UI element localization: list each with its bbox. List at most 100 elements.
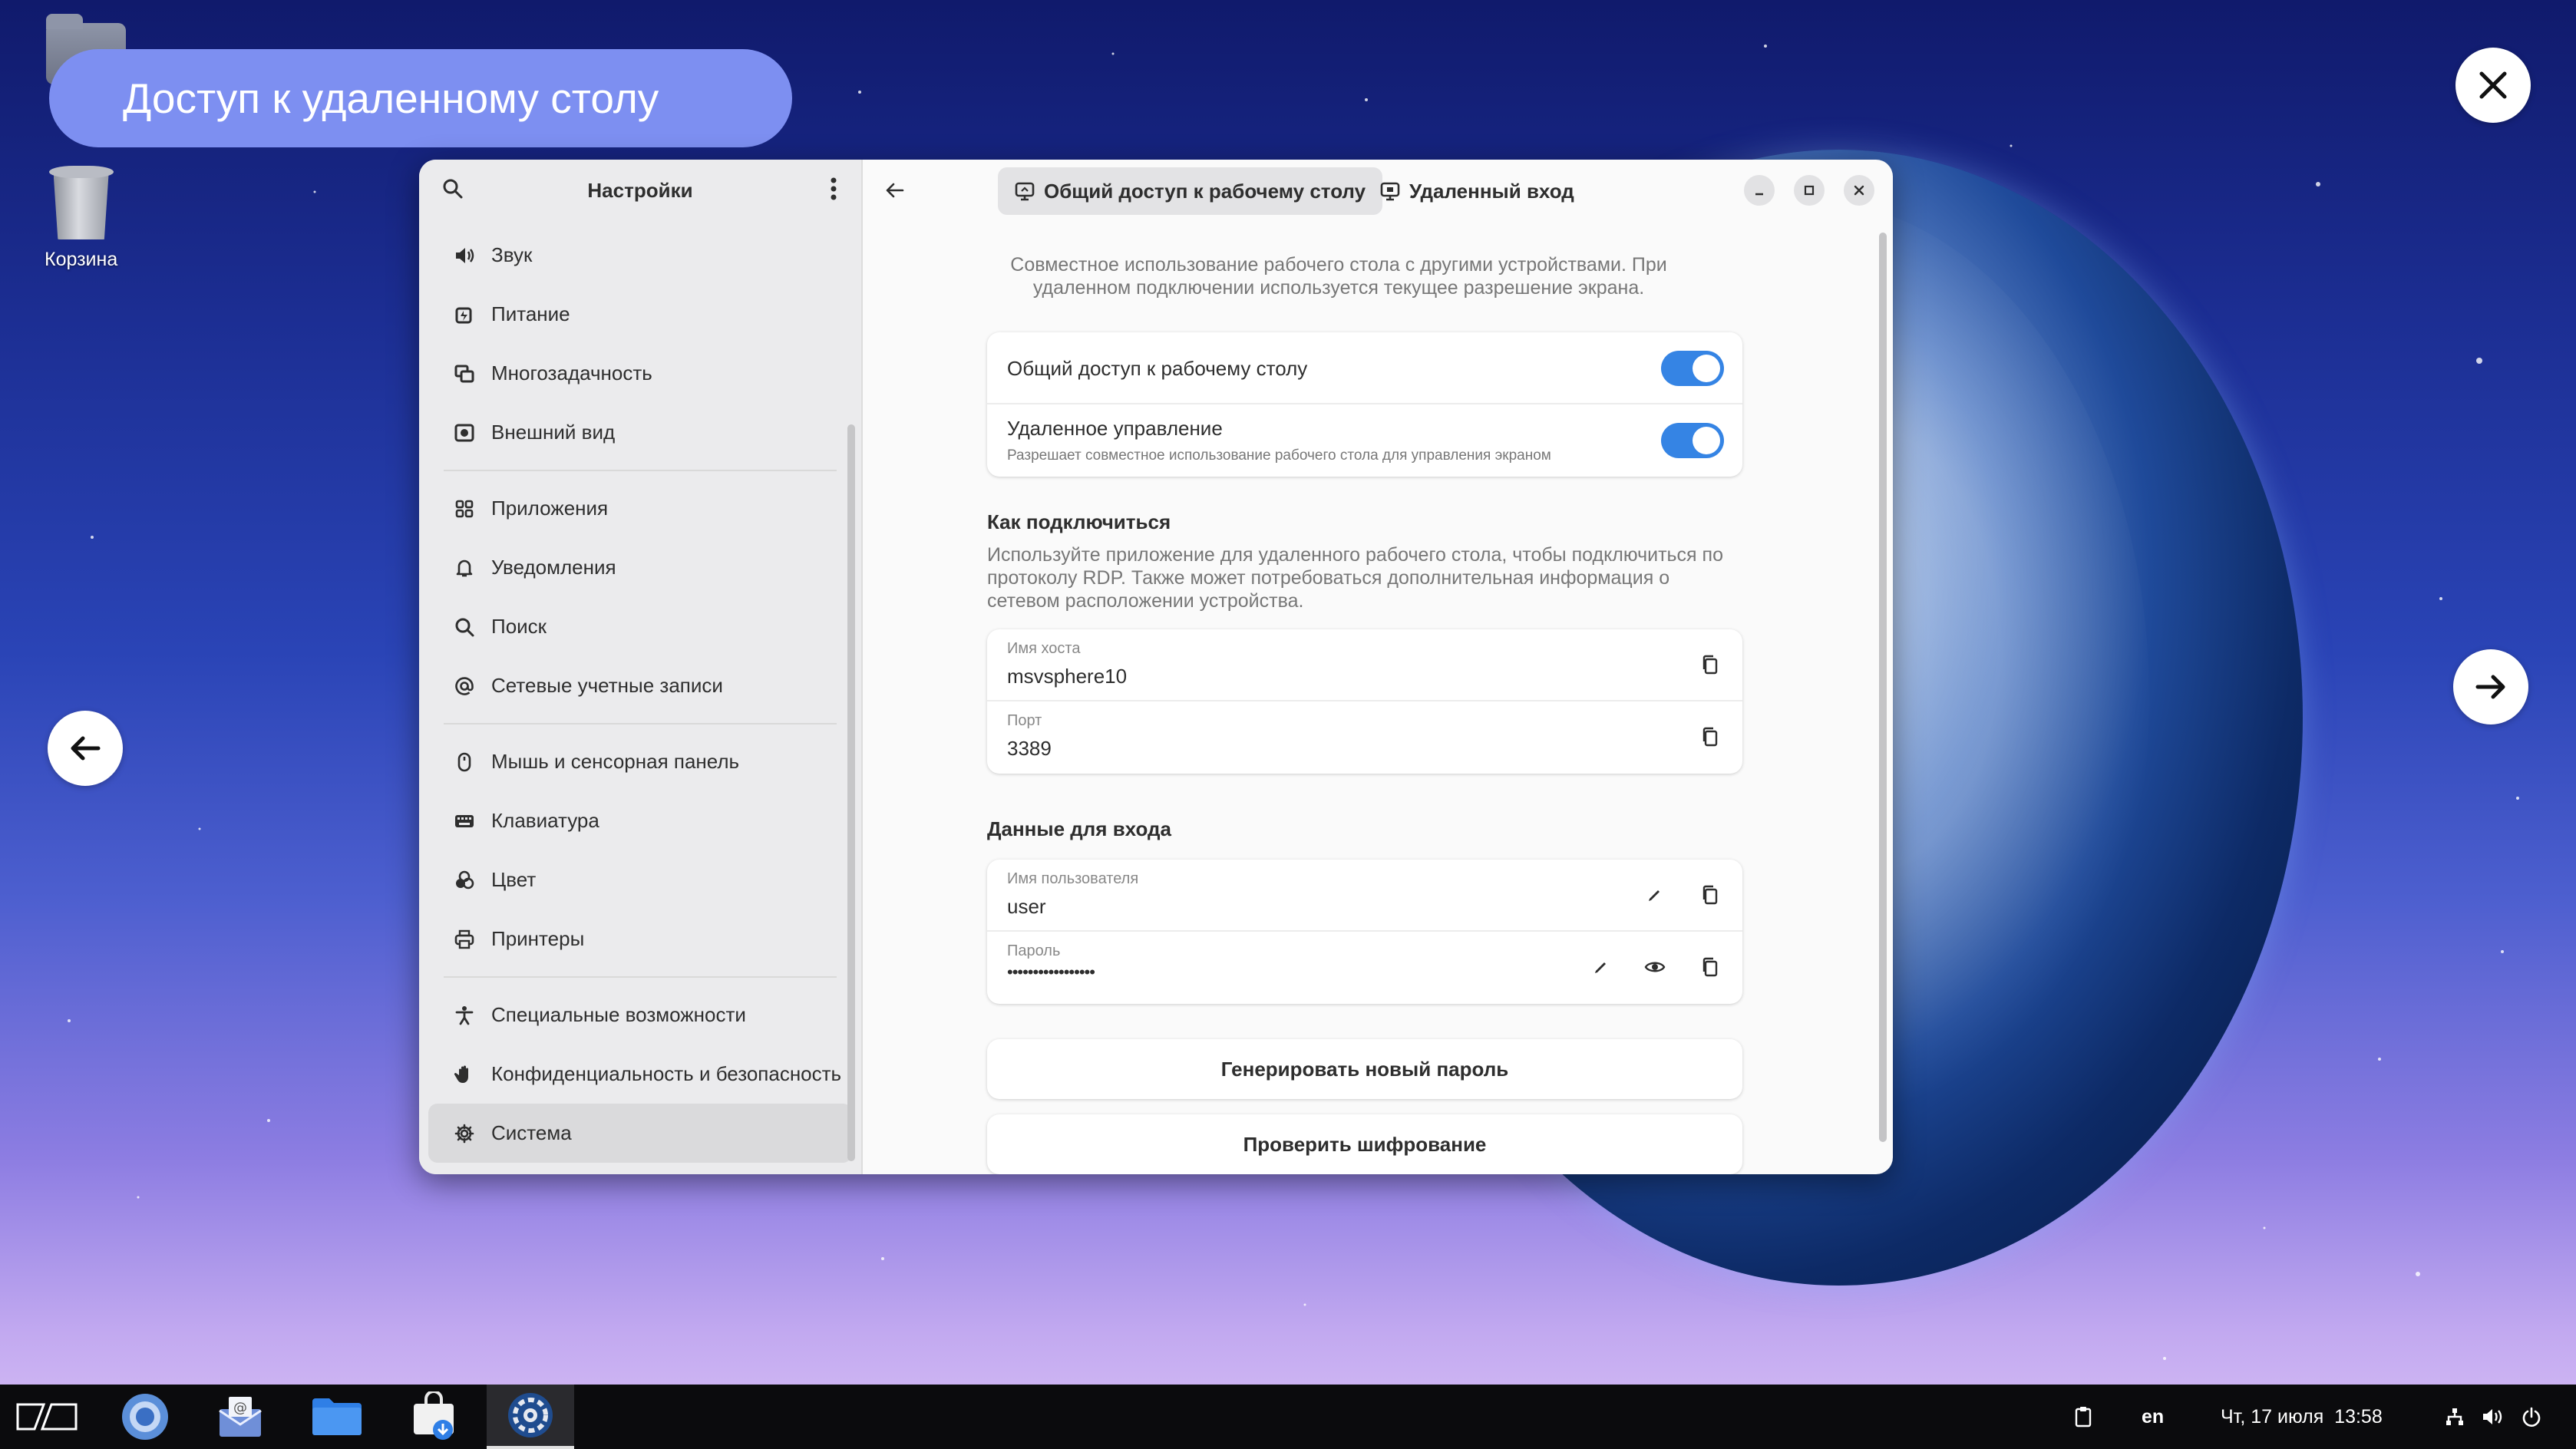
copy-hostname-button[interactable] [1696,651,1724,678]
password-label: Пароль [1007,942,1061,959]
copy-username-button[interactable] [1696,881,1724,909]
clock[interactable]: Чт, 17 июля 13:58 [2221,1385,2383,1449]
sidebar-item-label: Конфиденциальность и безопасность [491,1062,842,1085]
port-row: Порт 3389 [987,701,1742,774]
sidebar-item-label: Мышь и сенсорная панель [491,750,740,773]
color-icon [453,869,476,892]
password-row: Пароль ••••••••••••••••• [987,932,1742,1004]
desktop-sharing-switch[interactable] [1661,351,1724,386]
sidebar-item-mouse[interactable]: Мышь и сенсорная панель [428,732,852,791]
sidebar-item-sound[interactable]: Звук [428,226,852,285]
taskbar-settings[interactable] [487,1385,574,1449]
copy-icon [1702,885,1718,905]
taskbar-files[interactable] [293,1385,381,1449]
taskbar-browser[interactable] [101,1385,189,1449]
sidebar-item-appearance[interactable]: Внешний вид [428,403,852,462]
sidebar-item-label: Многозадачность [491,361,652,385]
copy-icon [1702,655,1718,675]
sidebar-separator [444,976,837,978]
sidebar-item-label: Специальные возможности [491,1003,746,1026]
username-value: user [1007,895,1046,918]
sidebar-item-label: Принтеры [491,927,585,950]
sidebar-item-apps[interactable]: Приложения [428,479,852,538]
sidebar-item-label: Сетевые учетные записи [491,674,723,697]
settings-gear-icon [508,1393,553,1437]
copy-icon [1702,957,1718,977]
sidebar-item-system[interactable]: Система [428,1104,852,1163]
remote-control-switch[interactable] [1661,423,1724,458]
sidebar-menu-button[interactable] [829,177,838,204]
mail-icon: @ [219,1397,262,1437]
sidebar-item-label: Поиск [491,615,547,638]
how-to-connect-heading: Как подключиться [987,510,1171,533]
sidebar-search-button[interactable] [442,178,464,203]
tour-next-button[interactable] [2453,649,2528,724]
sidebar-item-label: Приложения [491,497,609,520]
tour-close-button[interactable] [2455,48,2531,123]
battery-icon [453,303,476,326]
minimize-button[interactable] [1744,175,1775,206]
kebab-menu-icon [831,177,837,200]
copy-password-button[interactable] [1696,953,1724,981]
pencil-icon [1649,890,1660,901]
desktop-icon-trash[interactable]: Корзина [45,166,117,271]
sidebar-item-search[interactable]: Поиск [428,597,852,656]
tour-prev-button[interactable] [48,711,123,786]
workspaces-button[interactable] [3,1385,91,1449]
arrow-right-icon [2475,675,2505,699]
close-icon [1854,185,1864,196]
sidebar-item-printers[interactable]: Принтеры [428,909,852,969]
edit-username-button[interactable] [1641,881,1669,909]
main-panel: Общий доступ к рабочему столу Удаленный … [863,160,1893,1174]
maximize-button[interactable] [1794,175,1825,206]
sidebar-item-keyboard[interactable]: Клавиатура [428,791,852,850]
search-icon [443,179,463,198]
sidebar-nav: Звук Питание Многозадачность Внешний вид… [419,221,861,1167]
sidebar-item-online-accounts[interactable]: Сетевые учетные записи [428,656,852,715]
at-sign-icon [453,675,476,698]
remote-control-title: Удаленное управление [1007,417,1223,440]
remote-control-row: Удаленное управление Разрешает совместно… [987,404,1742,477]
sidebar-item-notifications[interactable]: Уведомления [428,538,852,597]
keyboard-layout-indicator[interactable]: en [2142,1385,2164,1449]
back-button[interactable] [880,175,910,206]
sidebar-item-label: Питание [491,302,570,325]
printer-icon [453,928,476,951]
verify-encryption-button[interactable]: Проверить шифрование [987,1114,1742,1174]
tab-desktop-sharing[interactable]: Общий доступ к рабочему столу [998,167,1383,215]
sidebar-item-color[interactable]: Цвет [428,850,852,909]
edit-password-button[interactable] [1587,953,1615,981]
sidebar-scrollbar[interactable] [847,424,855,1161]
sidebar-item-multitasking[interactable]: Многозадачность [428,344,852,403]
remote-login-icon [1380,182,1400,201]
sharing-toggles-card: Общий доступ к рабочему столу Удаленное … [987,332,1742,477]
hostname-label: Имя хоста [1007,640,1081,657]
eye-icon [1644,962,1666,972]
sidebar-item-label: Клавиатура [491,809,599,832]
window-close-button[interactable] [1844,175,1874,206]
main-scrollbar[interactable] [1879,233,1887,1142]
sidebar-item-power[interactable]: Питание [428,285,852,344]
desktop-icon-trash-label: Корзина [45,249,118,270]
copy-icon [1702,727,1718,747]
generate-password-button[interactable]: Генерировать новый пароль [987,1039,1742,1099]
show-password-button[interactable] [1641,953,1669,981]
tour-title-pill: Доступ к удаленному столу [49,49,792,147]
power-menu-button[interactable] [2521,1385,2542,1449]
speaker-icon [2483,1409,2502,1424]
tab-remote-login[interactable]: Удаленный вход [1363,167,1591,215]
username-label: Имя пользователя [1007,870,1139,887]
page-description: Совместное использование рабочего стола … [1010,254,1667,299]
mouse-icon [453,751,476,774]
copy-port-button[interactable] [1696,723,1724,751]
sidebar-item-privacy[interactable]: Конфиденциальность и безопасность [428,1045,852,1104]
network-indicator[interactable] [2444,1385,2465,1449]
clipboard-indicator[interactable] [2074,1385,2092,1449]
taskbar-software-center[interactable] [390,1385,477,1449]
sidebar-header: Настройки [419,160,861,221]
volume-indicator[interactable] [2481,1385,2504,1449]
taskbar-mail[interactable]: @ [197,1385,284,1449]
sidebar-item-accessibility[interactable]: Специальные возможности [428,985,852,1045]
sidebar-item-label: Внешний вид [491,421,616,444]
search-icon [453,616,476,639]
